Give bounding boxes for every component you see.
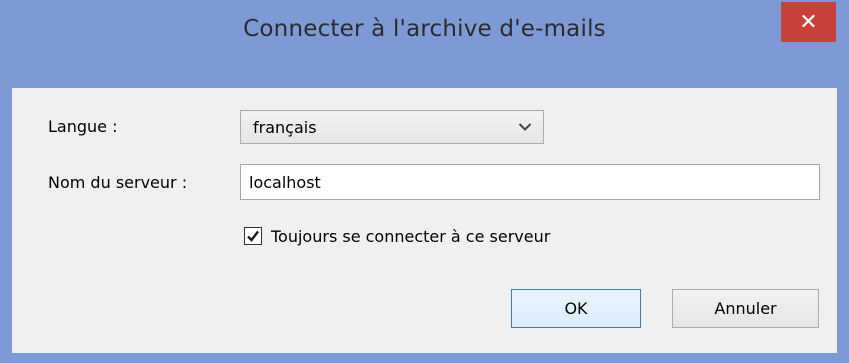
server-name-input[interactable]: [240, 164, 820, 200]
language-select-value: français: [253, 118, 317, 137]
checkmark-icon: [247, 230, 259, 242]
ok-button[interactable]: OK: [511, 289, 641, 328]
cancel-button[interactable]: Annuler: [672, 289, 819, 328]
server-name-label: Nom du serveur :: [48, 173, 188, 192]
chevron-down-icon: [518, 123, 532, 131]
dialog-content: Langue : français Nom du serveur : Toujo…: [12, 88, 837, 353]
always-connect-checkbox-row[interactable]: Toujours se connecter à ce serveur: [244, 223, 550, 249]
close-icon: ✕: [799, 9, 818, 35]
always-connect-label: Toujours se connecter à ce serveur: [271, 226, 551, 246]
language-label: Langue :: [48, 117, 118, 136]
dialog-title: Connecter à l'archive d'e-mails: [243, 16, 606, 42]
always-connect-checkbox[interactable]: [244, 227, 262, 245]
language-select[interactable]: français: [240, 110, 544, 144]
dialog-window: Connecter à l'archive d'e-mails ✕ Langue…: [0, 0, 849, 363]
title-bar[interactable]: Connecter à l'archive d'e-mails ✕: [0, 0, 849, 88]
close-button[interactable]: ✕: [781, 2, 836, 42]
